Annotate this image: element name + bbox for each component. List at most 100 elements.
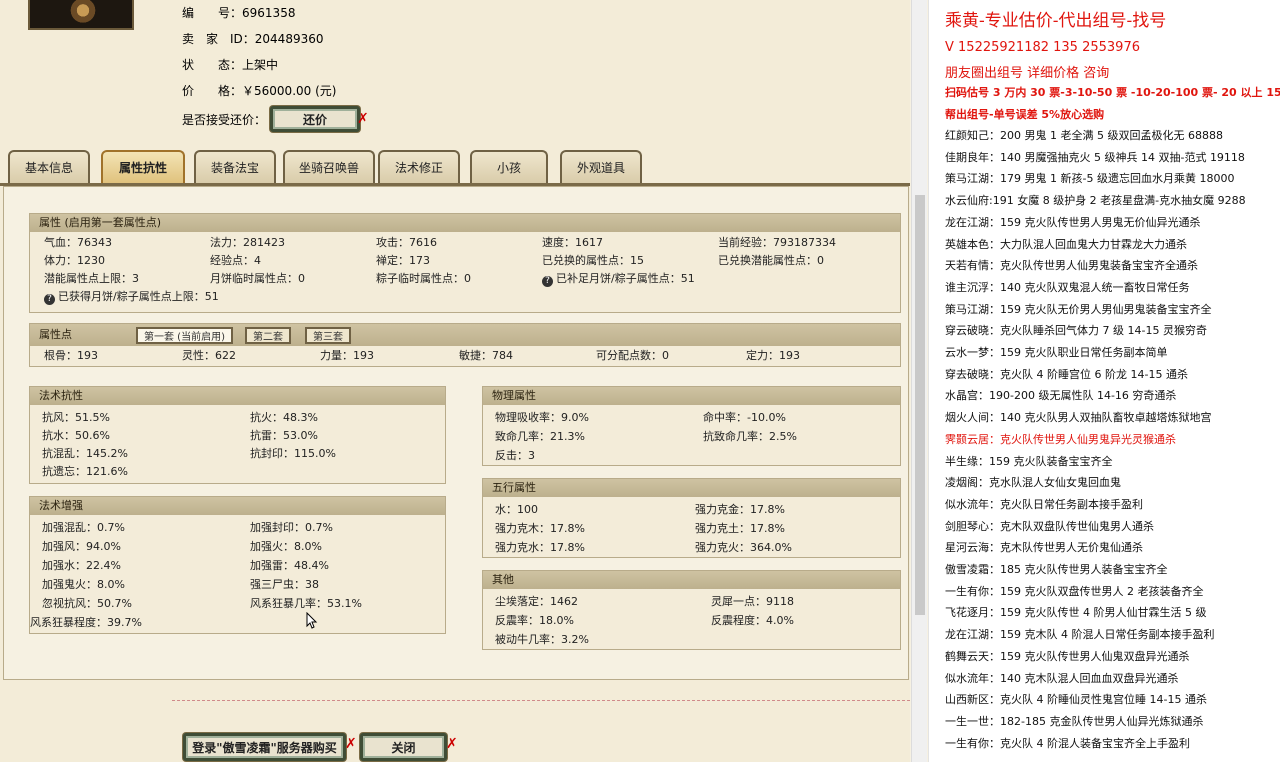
- elements-box-header: 五行属性: [483, 479, 900, 497]
- note-line: 鹤舞云天：159 克火队传世男人仙鬼双盘异光通杀: [945, 649, 1190, 663]
- note-line: 半生缘：159 克火队装备宝宝齐全: [945, 454, 1113, 468]
- boost-cell: 加强鬼火：8.0%: [42, 578, 125, 591]
- info-row-status: 状 态：上架中: [182, 56, 278, 74]
- attr-box-header: 属性 (启用第一套属性点): [30, 214, 900, 232]
- elements-cell: 强力克土：17.8%: [695, 522, 785, 535]
- note-line: 傲雪凌霜：185 克火队传世男人装备宝宝齐全: [945, 563, 1168, 576]
- other-box: 其他 尘埃落定：1462 灵犀一点：9118 反震率：18.0% 反震程度：4.…: [482, 570, 901, 650]
- tab-spell-fix[interactable]: 法术修正: [378, 150, 460, 183]
- attr-cell: 经验点：4: [210, 254, 261, 267]
- elements-cell: 强力克木：17.8%: [495, 522, 585, 535]
- note-line: 一生一世：182-185 克金队传世男人仙异光炼狱通杀: [945, 714, 1204, 728]
- price-value: ￥56000.00 (元): [242, 84, 337, 98]
- bargain-button[interactable]: 还价: [270, 106, 360, 132]
- note-line: 龙在江湖：159 克木队 4 阶混人日常任务副本接手盈利: [945, 628, 1215, 642]
- tab-attributes[interactable]: 属性抗性: [101, 150, 185, 183]
- info-value: 6961358: [242, 6, 296, 20]
- other-cell: 反震率：18.0%: [495, 614, 574, 627]
- other-cell: 被动牛几率：3.2%: [495, 633, 589, 646]
- note-line: 似水流年：140 克木队混人回血血双盘异光通杀: [945, 671, 1179, 685]
- elements-cell: 强力克金：17.8%: [695, 503, 785, 516]
- scrollbar[interactable]: [911, 0, 927, 762]
- note-line: 穿去破晓：克火队 4 阶睡宫位 6 阶龙 14-15 通杀: [945, 367, 1188, 381]
- resist-cell: 抗雷：53.0%: [250, 429, 318, 442]
- note-line: 一生有你：克火队 4 阶混人装备宝宝齐全上手盈利: [945, 736, 1190, 750]
- other-cell: 尘埃落定：1462: [495, 595, 578, 608]
- info-value: 204489360: [254, 32, 324, 46]
- tab-mounts-pets[interactable]: 坐骑召唤兽: [283, 150, 375, 183]
- close-x-icon[interactable]: ✗: [357, 111, 369, 127]
- note-line: 策马江湖：159 克火队无价男人男仙男鬼装备宝宝齐全: [945, 302, 1212, 316]
- info-value: 上架中: [242, 58, 279, 72]
- login-buy-button[interactable]: 登录"傲雪凌霜"服务器购买: [183, 733, 346, 761]
- resist-box: 法术抗性 抗风：51.5% 抗火：48.3% 抗水：50.6% 抗雷：53.0%…: [29, 386, 446, 484]
- physical-cell: 致命几率：21.3%: [495, 430, 585, 443]
- attr-cell: 体力：1230: [44, 254, 105, 267]
- mouse-cursor-icon: [306, 612, 318, 629]
- attr-box: 属性 (启用第一套属性点) 气血：76343 法力：281423 攻击：7616…: [29, 213, 901, 313]
- note-line: 朋友圈出组号 详细价格 咨询: [945, 66, 1110, 81]
- note-line: 扫码估号 3 万内 30 票-3-10-50 票 -10-20-100 票- 2…: [945, 86, 1280, 99]
- close-x-icon[interactable]: ✗: [446, 736, 458, 752]
- info-row-price: 价 格：￥56000.00 (元): [182, 82, 336, 100]
- tab-appearance[interactable]: 外观道具: [560, 150, 642, 183]
- subtab-set-3[interactable]: 第三套: [305, 327, 351, 344]
- tab-child[interactable]: 小孩: [470, 150, 548, 183]
- elements-box: 五行属性 水：100 强力克金：17.8% 强力克木：17.8% 强力克土：17…: [482, 478, 901, 558]
- boost-box: 法术增强 加强混乱：0.7% 加强封印：0.7% 加强风：94.0% 加强火：8…: [29, 496, 446, 634]
- close-x-icon[interactable]: ✗: [345, 736, 357, 752]
- attr-cell: 已兑换潜能属性点：0: [718, 254, 824, 267]
- boost-cell: 加强混乱：0.7%: [42, 521, 125, 534]
- attr-footer: ? 已获得月饼/粽子属性点上限：51: [44, 288, 219, 306]
- resist-cell: 抗封印：115.0%: [250, 447, 336, 460]
- boost-cell: 加强风：94.0%: [42, 540, 121, 553]
- info-key: 状 态：: [182, 58, 243, 72]
- attr-cell: 当前经验：793187334: [718, 236, 836, 249]
- boost-cell: 加强水：22.4%: [42, 559, 121, 572]
- boost-cell: 忽视抗风：50.7%: [42, 597, 132, 610]
- points-box: 属性点 第一套 (当前启用) 第二套 第三套 根骨：193 灵性：622 力量：…: [29, 323, 901, 367]
- game-panel: 编 号：6961358 卖 家 ID：204489360 状 态：上架中 价 格…: [0, 0, 910, 762]
- attr-cell: 禅定：173: [376, 254, 430, 267]
- elements-cell: 强力克火：364.0%: [695, 541, 792, 554]
- scrollbar-thumb[interactable]: [915, 195, 925, 615]
- subtab-set-2[interactable]: 第二套: [245, 327, 291, 344]
- notes-panel: 乘黄-专业估价-代出组号-找号 V 15225921182 13​5 25539…: [928, 0, 1280, 762]
- attr-footer-text: 已获得月饼/粽子属性点上限：51: [58, 290, 219, 303]
- note-line: 云水一梦：159 克火队职业日常任务副本简单: [945, 346, 1168, 359]
- points-cell: 敏捷：784: [459, 349, 513, 362]
- help-icon[interactable]: ?: [44, 294, 55, 305]
- notes-title: 乘黄-专业估价-代出组号-找号: [945, 11, 1167, 31]
- resist-cell: 抗水：50.6%: [42, 429, 110, 442]
- help-icon[interactable]: ?: [542, 276, 553, 287]
- subtab-set-1[interactable]: 第一套 (当前启用): [136, 327, 233, 344]
- note-line: 帮出组号-单号误差 5%放心选购: [945, 108, 1105, 121]
- info-row-id: 编 号：6961358: [182, 4, 295, 22]
- close-button[interactable]: 关闭: [360, 733, 447, 761]
- attr-cell: 粽子临时属性点：0: [376, 272, 471, 285]
- note-line: 红颜知己：200 男鬼 1 老全满 5 级双回孟极化无 68888: [945, 129, 1223, 142]
- note-line: 穿云破晓：克火队睡杀回气体力 7 级 14-15 灵猴穷奇: [945, 324, 1207, 338]
- attr-cell: 潜能属性点上限：3: [44, 272, 139, 285]
- boost-cell: 加强火：8.0%: [250, 540, 322, 553]
- points-cell: 可分配点数：0: [596, 349, 669, 362]
- note-line: 佳期良年：140 男魔强抽克火 5 级神兵 14 双抽-范式 19118: [945, 150, 1245, 164]
- physical-cell: 抗致命几率：2.5%: [703, 430, 797, 443]
- note-line: 龙在江湖：159 克火队传世男人男鬼无价仙异光通杀: [945, 215, 1201, 229]
- elements-cell: 强力克水：17.8%: [495, 541, 585, 554]
- note-line: 星河云海：克木队传世男人无价鬼仙通杀: [945, 541, 1143, 555]
- points-cell: 灵性：622: [182, 349, 236, 362]
- other-cell: 反震程度：4.0%: [711, 614, 794, 627]
- note-line: 剑胆琴心：克木队双盘队传世仙鬼男人通杀: [945, 519, 1154, 533]
- other-box-header: 其他: [483, 571, 900, 589]
- points-cell: 根骨：193: [44, 349, 98, 362]
- elements-cell: 水：100: [495, 503, 538, 516]
- footer-divider: [172, 700, 910, 701]
- other-cell: 灵犀一点：9118: [711, 595, 794, 608]
- info-key: 卖 家 ID：: [182, 32, 255, 46]
- tab-basic-info[interactable]: 基本信息: [8, 150, 90, 183]
- attr-cell: 法力：281423: [210, 236, 285, 249]
- tab-equipment[interactable]: 装备法宝: [194, 150, 276, 183]
- resist-cell: 抗遗忘：121.6%: [42, 465, 128, 478]
- boost-cell: 强三尸虫：38: [250, 578, 319, 591]
